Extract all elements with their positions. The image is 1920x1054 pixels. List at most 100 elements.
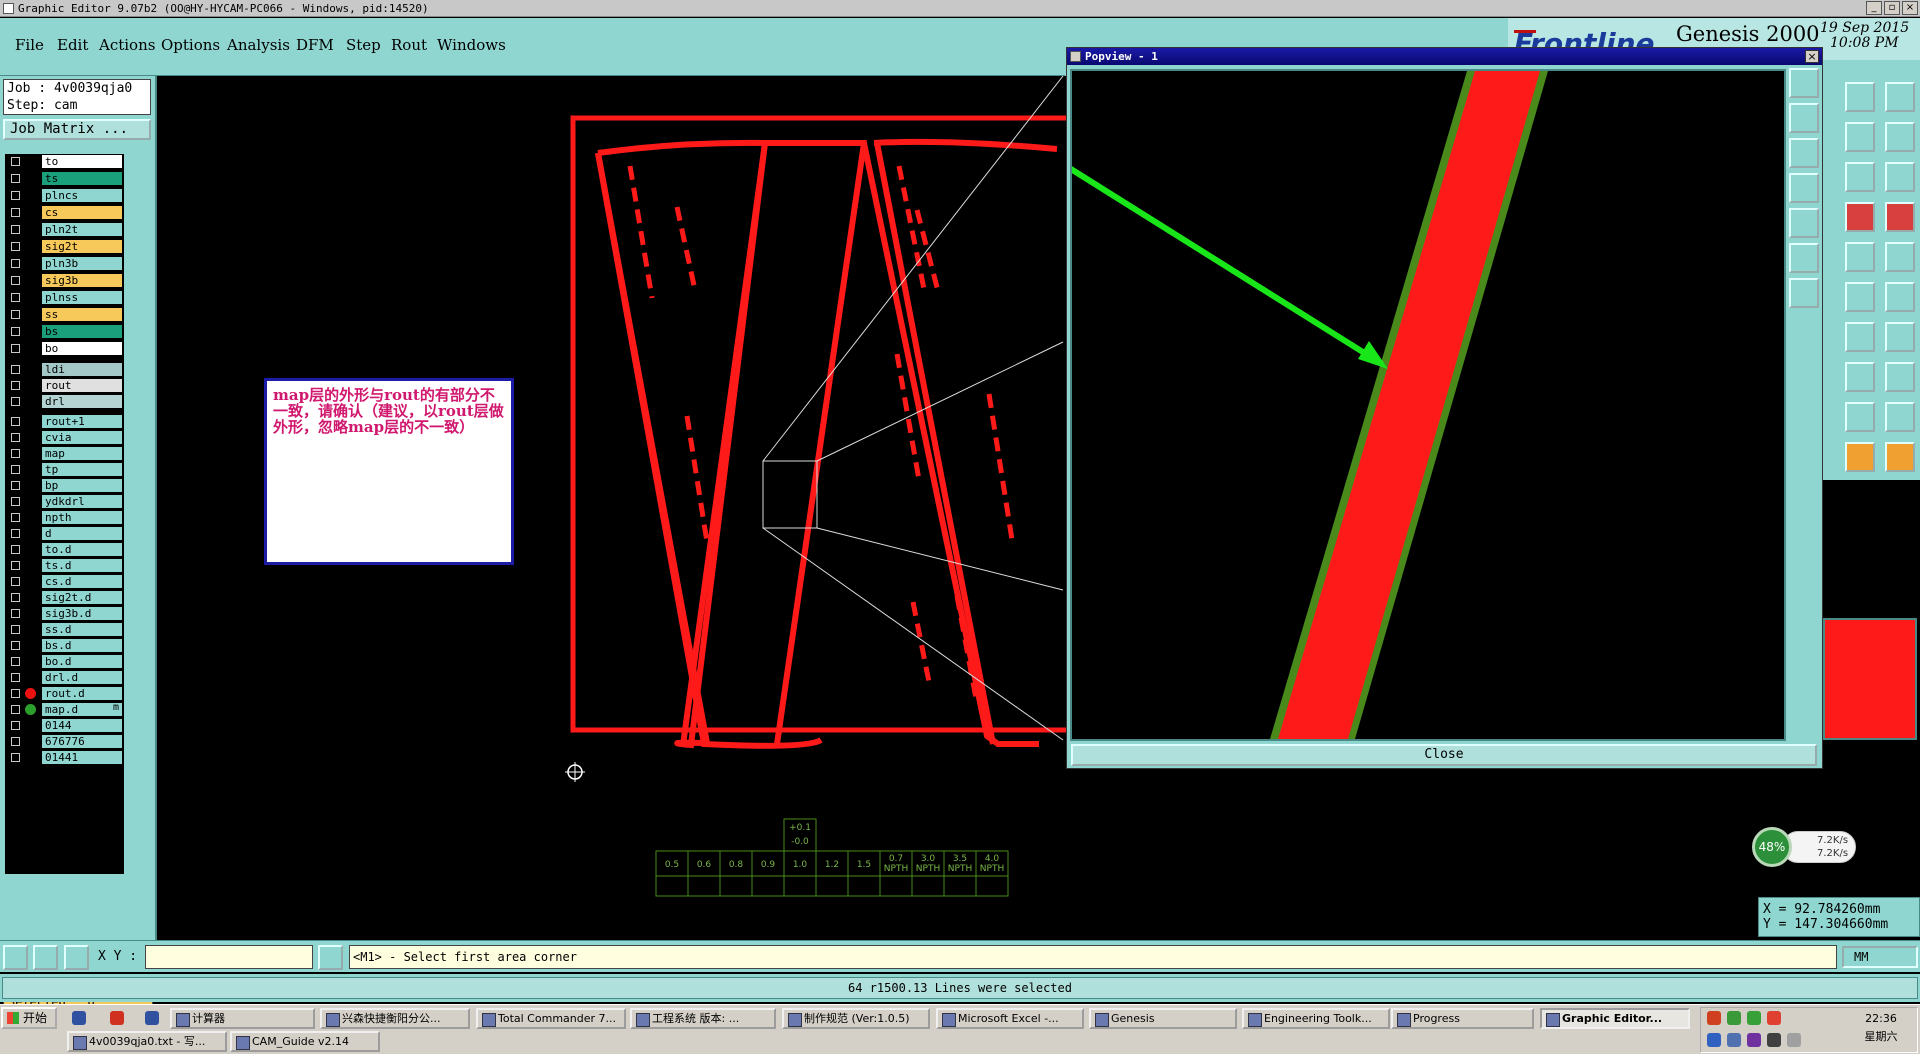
layer-name[interactable]: ldi bbox=[42, 363, 122, 376]
layer-name[interactable]: map.d bbox=[42, 703, 122, 716]
taskbar-button[interactable]: Graphic Editor... bbox=[1540, 1008, 1690, 1029]
layer-checkbox[interactable] bbox=[11, 259, 20, 268]
text-b-icon[interactable] bbox=[1885, 402, 1915, 432]
layer-name[interactable]: plncs bbox=[42, 189, 122, 202]
layer-row[interactable]: plnss bbox=[5, 290, 124, 305]
tray-icon-3[interactable] bbox=[1747, 1011, 1761, 1025]
layer-row[interactable]: rout bbox=[5, 378, 124, 393]
taskbar-button[interactable]: Engineering Toolk... bbox=[1242, 1008, 1390, 1029]
flip-icon[interactable] bbox=[1885, 322, 1915, 352]
menu-step[interactable]: Step bbox=[346, 36, 381, 54]
layer-name[interactable]: 676776 bbox=[42, 735, 122, 748]
layer-name[interactable]: drl.d bbox=[42, 671, 122, 684]
layer-row[interactable]: map bbox=[5, 446, 124, 461]
layer-name[interactable]: pln2t bbox=[42, 223, 122, 236]
layer-checkbox[interactable] bbox=[11, 577, 20, 586]
layer-name[interactable]: bp bbox=[42, 479, 122, 492]
layer-name[interactable]: cs.d bbox=[42, 575, 122, 588]
layer-checkbox[interactable] bbox=[11, 327, 20, 336]
layer-name[interactable]: cvia bbox=[42, 431, 122, 444]
menu-file[interactable]: File bbox=[15, 36, 44, 54]
close-window-button[interactable]: × bbox=[1902, 1, 1918, 15]
layer-name[interactable]: d bbox=[42, 527, 122, 540]
help-tray-icon[interactable] bbox=[1707, 1033, 1721, 1047]
layer-row[interactable]: bo bbox=[5, 341, 124, 356]
menu-windows[interactable]: Windows bbox=[437, 36, 506, 54]
layer-checkbox[interactable] bbox=[11, 753, 20, 762]
text-a-icon[interactable] bbox=[1845, 402, 1875, 432]
layer-name[interactable]: tp bbox=[42, 463, 122, 476]
layer-row[interactable]: drl.d bbox=[5, 670, 124, 685]
layer-checkbox[interactable] bbox=[11, 293, 20, 302]
layer-name[interactable]: bs.d bbox=[42, 639, 122, 652]
zoom-region-icon[interactable] bbox=[1789, 278, 1819, 308]
fit-icon[interactable] bbox=[1789, 173, 1819, 203]
layer-checkbox[interactable] bbox=[11, 593, 20, 602]
scale-icon[interactable] bbox=[1845, 162, 1875, 192]
layer-row[interactable]: to bbox=[5, 154, 124, 169]
layer-row[interactable]: sig3b.d bbox=[5, 606, 124, 621]
copy-icon[interactable] bbox=[1885, 362, 1915, 392]
layer-name[interactable]: rout.d bbox=[42, 687, 122, 700]
layer-checkbox[interactable] bbox=[11, 381, 20, 390]
quick-launch-icon[interactable] bbox=[72, 1011, 86, 1025]
monitor-icon[interactable] bbox=[1789, 138, 1819, 168]
menu-analysis[interactable]: Analysis bbox=[227, 36, 290, 54]
layer-row[interactable]: 01441 bbox=[5, 750, 124, 765]
menu-edit[interactable]: Edit bbox=[57, 36, 88, 54]
minimize-button[interactable]: _ bbox=[1866, 1, 1882, 15]
tray-icon-6[interactable] bbox=[1727, 1033, 1741, 1047]
layer-row[interactable]: bs.d bbox=[5, 638, 124, 653]
layer-checkbox[interactable] bbox=[11, 433, 20, 442]
grid-icon[interactable] bbox=[1885, 82, 1915, 112]
layer-name[interactable]: rout bbox=[42, 379, 122, 392]
layer-name[interactable]: to.d bbox=[42, 543, 122, 556]
layer-checkbox[interactable] bbox=[11, 174, 20, 183]
taskbar-button[interactable]: 制作规范 (Ver:1.0.5) bbox=[782, 1008, 930, 1029]
tray-icon-1[interactable] bbox=[1707, 1011, 1721, 1025]
select-icon[interactable] bbox=[1845, 442, 1875, 472]
popview-close-button[interactable]: Close bbox=[1071, 744, 1817, 766]
popview-canvas[interactable] bbox=[1070, 69, 1786, 741]
route-icon[interactable] bbox=[1885, 282, 1915, 312]
layer-name[interactable]: bs bbox=[42, 325, 122, 338]
layer-row[interactable]: rout+1 bbox=[5, 414, 124, 429]
layer-name[interactable]: ydkdrl bbox=[42, 495, 122, 508]
layer-row[interactable]: 0144 bbox=[5, 718, 124, 733]
connect-icon[interactable] bbox=[1845, 282, 1875, 312]
layer-row[interactable]: sig3b bbox=[5, 273, 124, 288]
layer-row[interactable]: 676776 bbox=[5, 734, 124, 749]
layer-row[interactable]: bs bbox=[5, 324, 124, 339]
layer-name[interactable]: cs bbox=[42, 206, 122, 219]
layer-name[interactable]: drl bbox=[42, 395, 122, 408]
layer-name[interactable]: ss bbox=[42, 308, 122, 321]
layer-row[interactable]: ts bbox=[5, 171, 124, 186]
network-tray-icon[interactable] bbox=[1787, 1033, 1801, 1047]
measure-icon[interactable] bbox=[1845, 362, 1875, 392]
layer-checkbox[interactable] bbox=[11, 689, 20, 698]
layer-name[interactable]: npth bbox=[42, 511, 122, 524]
layer-name[interactable]: ts bbox=[42, 172, 122, 185]
layer-row[interactable]: drl bbox=[5, 394, 124, 409]
layer-row[interactable]: tp bbox=[5, 462, 124, 477]
layer-name[interactable]: pln3b bbox=[42, 257, 122, 270]
layer-checkbox[interactable] bbox=[11, 561, 20, 570]
layer-checkbox[interactable] bbox=[11, 481, 20, 490]
layer-checkbox[interactable] bbox=[11, 641, 20, 650]
layer-checkbox[interactable] bbox=[11, 191, 20, 200]
layer-row[interactable]: plncs bbox=[5, 188, 124, 203]
layer-name[interactable]: rout+1 bbox=[42, 415, 122, 428]
quick-launch-icon[interactable] bbox=[145, 1011, 159, 1025]
layer-row[interactable]: bp bbox=[5, 478, 124, 493]
taskbar-button[interactable]: 兴森快捷衡阳分公... bbox=[320, 1008, 470, 1029]
layer-checkbox[interactable] bbox=[11, 497, 20, 506]
layer-checkbox[interactable] bbox=[11, 465, 20, 474]
layer-row[interactable]: to.d bbox=[5, 542, 124, 557]
taskbar-button[interactable]: Genesis bbox=[1089, 1008, 1237, 1029]
tray-icon-2[interactable] bbox=[1727, 1011, 1741, 1025]
layer-checkbox[interactable] bbox=[11, 276, 20, 285]
quick-launch-icon[interactable] bbox=[110, 1011, 124, 1025]
taskbar-button[interactable]: 工程系统 版本: ... bbox=[630, 1008, 776, 1029]
menu-dfm[interactable]: DFM bbox=[296, 36, 334, 54]
maximize-button[interactable]: ▫ bbox=[1884, 1, 1900, 15]
